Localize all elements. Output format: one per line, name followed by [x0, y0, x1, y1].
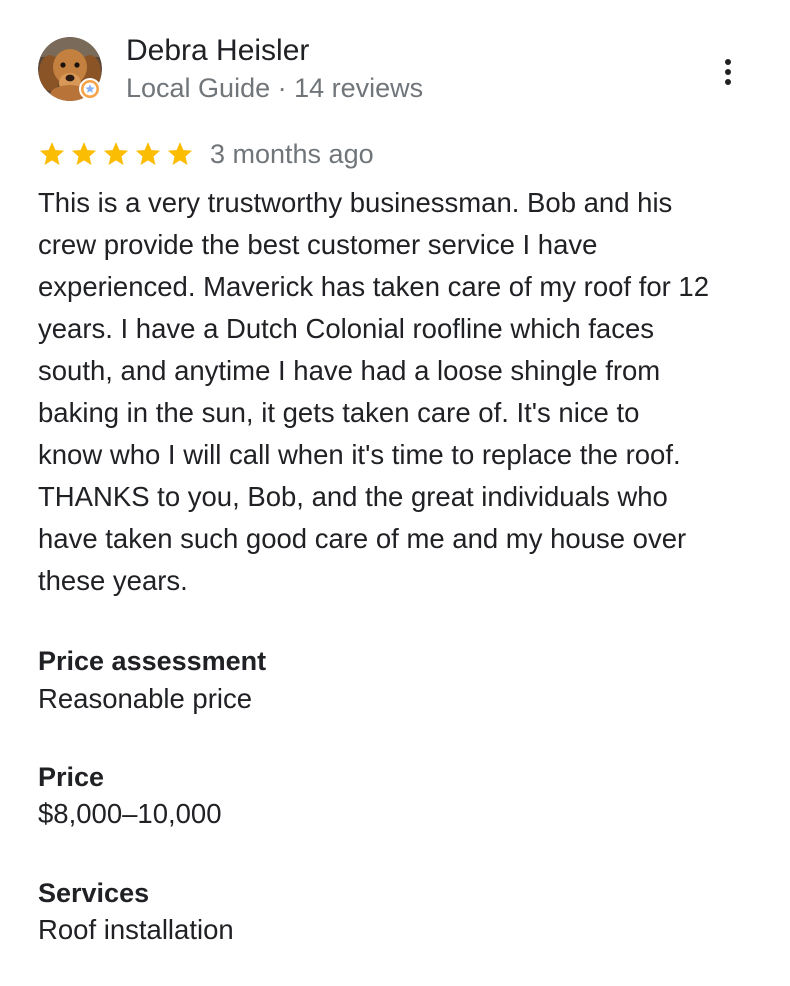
- reviewer-name[interactable]: Debra Heisler: [126, 33, 309, 69]
- more-vert-icon: [725, 59, 731, 85]
- star-icon: [71, 142, 97, 165]
- star-icon: [39, 142, 65, 165]
- services-label: Services: [38, 878, 150, 908]
- reviewer-avatar[interactable]: [38, 37, 102, 101]
- review-age: 3 months ago: [210, 139, 374, 169]
- star-icon: [103, 142, 129, 165]
- review-text-line: these years.: [38, 565, 188, 596]
- review-text-line: This is a very trustworthy businessman. …: [38, 187, 673, 218]
- review-text-line: have taken such good care of me and my h…: [38, 523, 687, 554]
- star-icon: [135, 142, 161, 165]
- review-text-line: south, and anytime I have had a loose sh…: [38, 355, 661, 386]
- review-card: Debra Heisler Local Guide · 14 reviews 3…: [0, 0, 790, 986]
- review-text: This is a very trustworthy businessman. …: [38, 182, 758, 602]
- more-options-button[interactable]: [710, 54, 746, 90]
- star-rating: [38, 140, 194, 168]
- star-icon: [167, 142, 193, 165]
- review-text-line: THANKS to you, Bob, and the great indivi…: [38, 481, 668, 512]
- reviewer-subline: Local Guide · 14 reviews: [126, 73, 424, 103]
- review-text-line: experienced. Maverick has taken care of …: [38, 271, 710, 302]
- local-guide-star-icon: [79, 78, 101, 100]
- services-value: Roof installation: [38, 914, 234, 945]
- price-value: $8,000–10,000: [38, 798, 222, 829]
- price-label: Price: [38, 762, 105, 792]
- review-text-line: know who I will call when it's time to r…: [38, 439, 681, 470]
- review-text-line: years. I have a Dutch Colonial roofline …: [38, 313, 655, 344]
- rating-row: 3 months ago: [38, 137, 374, 171]
- price-assessment-label: Price assessment: [38, 646, 267, 676]
- review-text-line: crew provide the best customer service I…: [38, 229, 598, 260]
- review-text-line: baking in the sun, it gets taken care of…: [38, 397, 640, 428]
- price-assessment-value: Reasonable price: [38, 683, 253, 714]
